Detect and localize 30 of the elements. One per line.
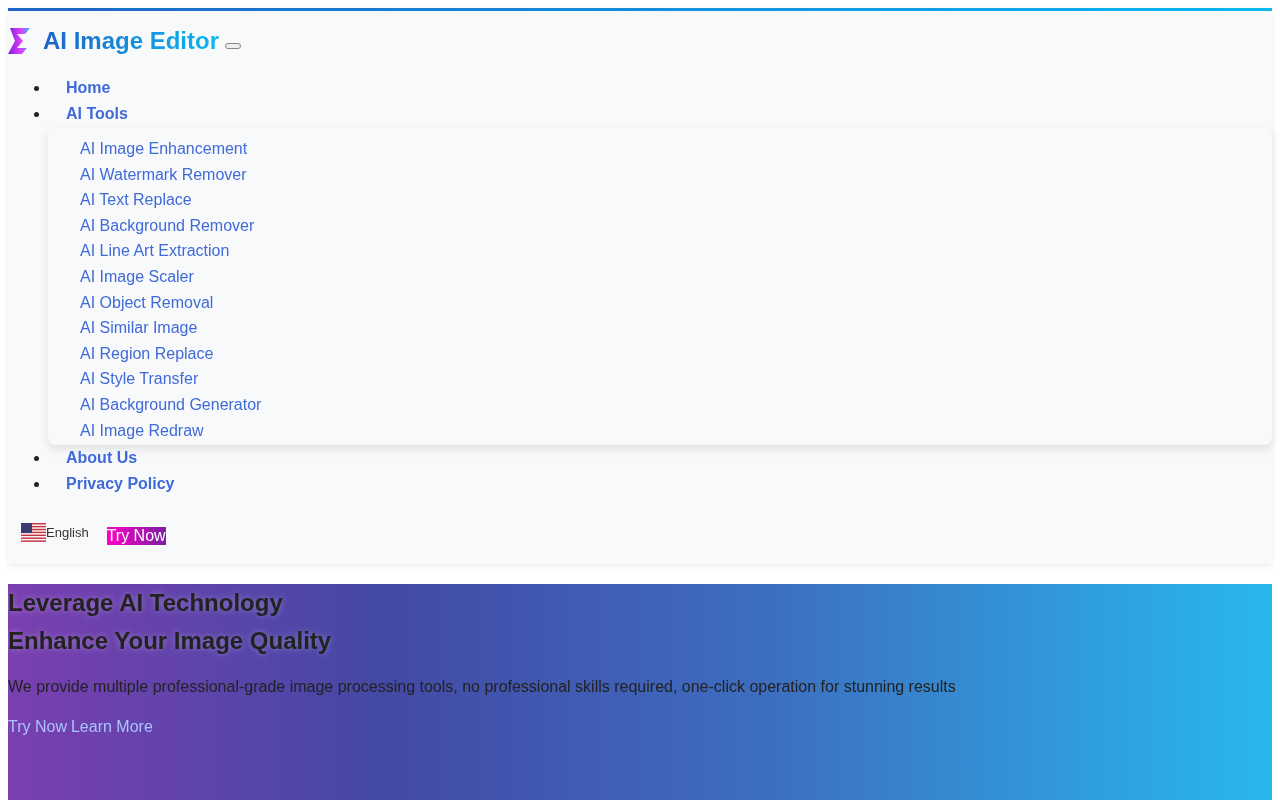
hero-link[interactable]: Try Now <box>8 718 67 737</box>
nav-link[interactable]: AI Tools <box>66 105 128 123</box>
dropdown-item[interactable]: AI Line Art Extraction <box>80 238 230 264</box>
bullet-icon <box>34 481 39 487</box>
dropdown-item[interactable]: AI Background Remover <box>80 212 255 239</box>
dropdown-item[interactable]: AI Background Generator <box>80 391 262 418</box>
nav-link[interactable]: Privacy Policy <box>66 475 175 494</box>
hero-title: Enhance Your Image Quality <box>8 626 333 657</box>
hero-description: We provide multiple professional-grade image processing tools, no professional skills required, one-click operation for stunning results <box>8 678 957 697</box>
menu-toggle-button[interactable] <box>225 43 242 49</box>
try-now-button[interactable]: Try Now <box>106 527 166 546</box>
language-selector[interactable]: English <box>21 522 89 542</box>
logo-icon <box>8 28 33 54</box>
nav-link[interactable]: Home <box>66 79 111 97</box>
dropdown-item[interactable]: AI Watermark Remover <box>80 161 247 188</box>
dropdown-item[interactable]: AI Image Redraw <box>80 417 204 444</box>
dropdown-item[interactable]: AI Region Replace <box>80 340 214 367</box>
dropdown-item[interactable]: AI Object Removal <box>80 289 214 316</box>
dropdown-item[interactable]: AI Similar Image <box>80 315 198 341</box>
dropdown-item[interactable]: AI Image Enhancement <box>80 136 248 162</box>
hero-link[interactable]: Learn More <box>70 718 153 737</box>
bullet-icon <box>34 85 39 91</box>
dropdown-item[interactable]: AI Text Replace <box>80 187 192 213</box>
hero-title: Leverage AI Technology <box>8 588 284 619</box>
us-flag-icon <box>21 522 46 542</box>
bullet-icon <box>34 111 39 117</box>
dropdown-item[interactable]: AI Image Scaler <box>80 263 194 290</box>
nav-link[interactable]: About Us <box>66 449 138 468</box>
dropdown-item[interactable]: AI Style Transfer <box>80 366 199 392</box>
bullet-icon <box>34 455 39 461</box>
